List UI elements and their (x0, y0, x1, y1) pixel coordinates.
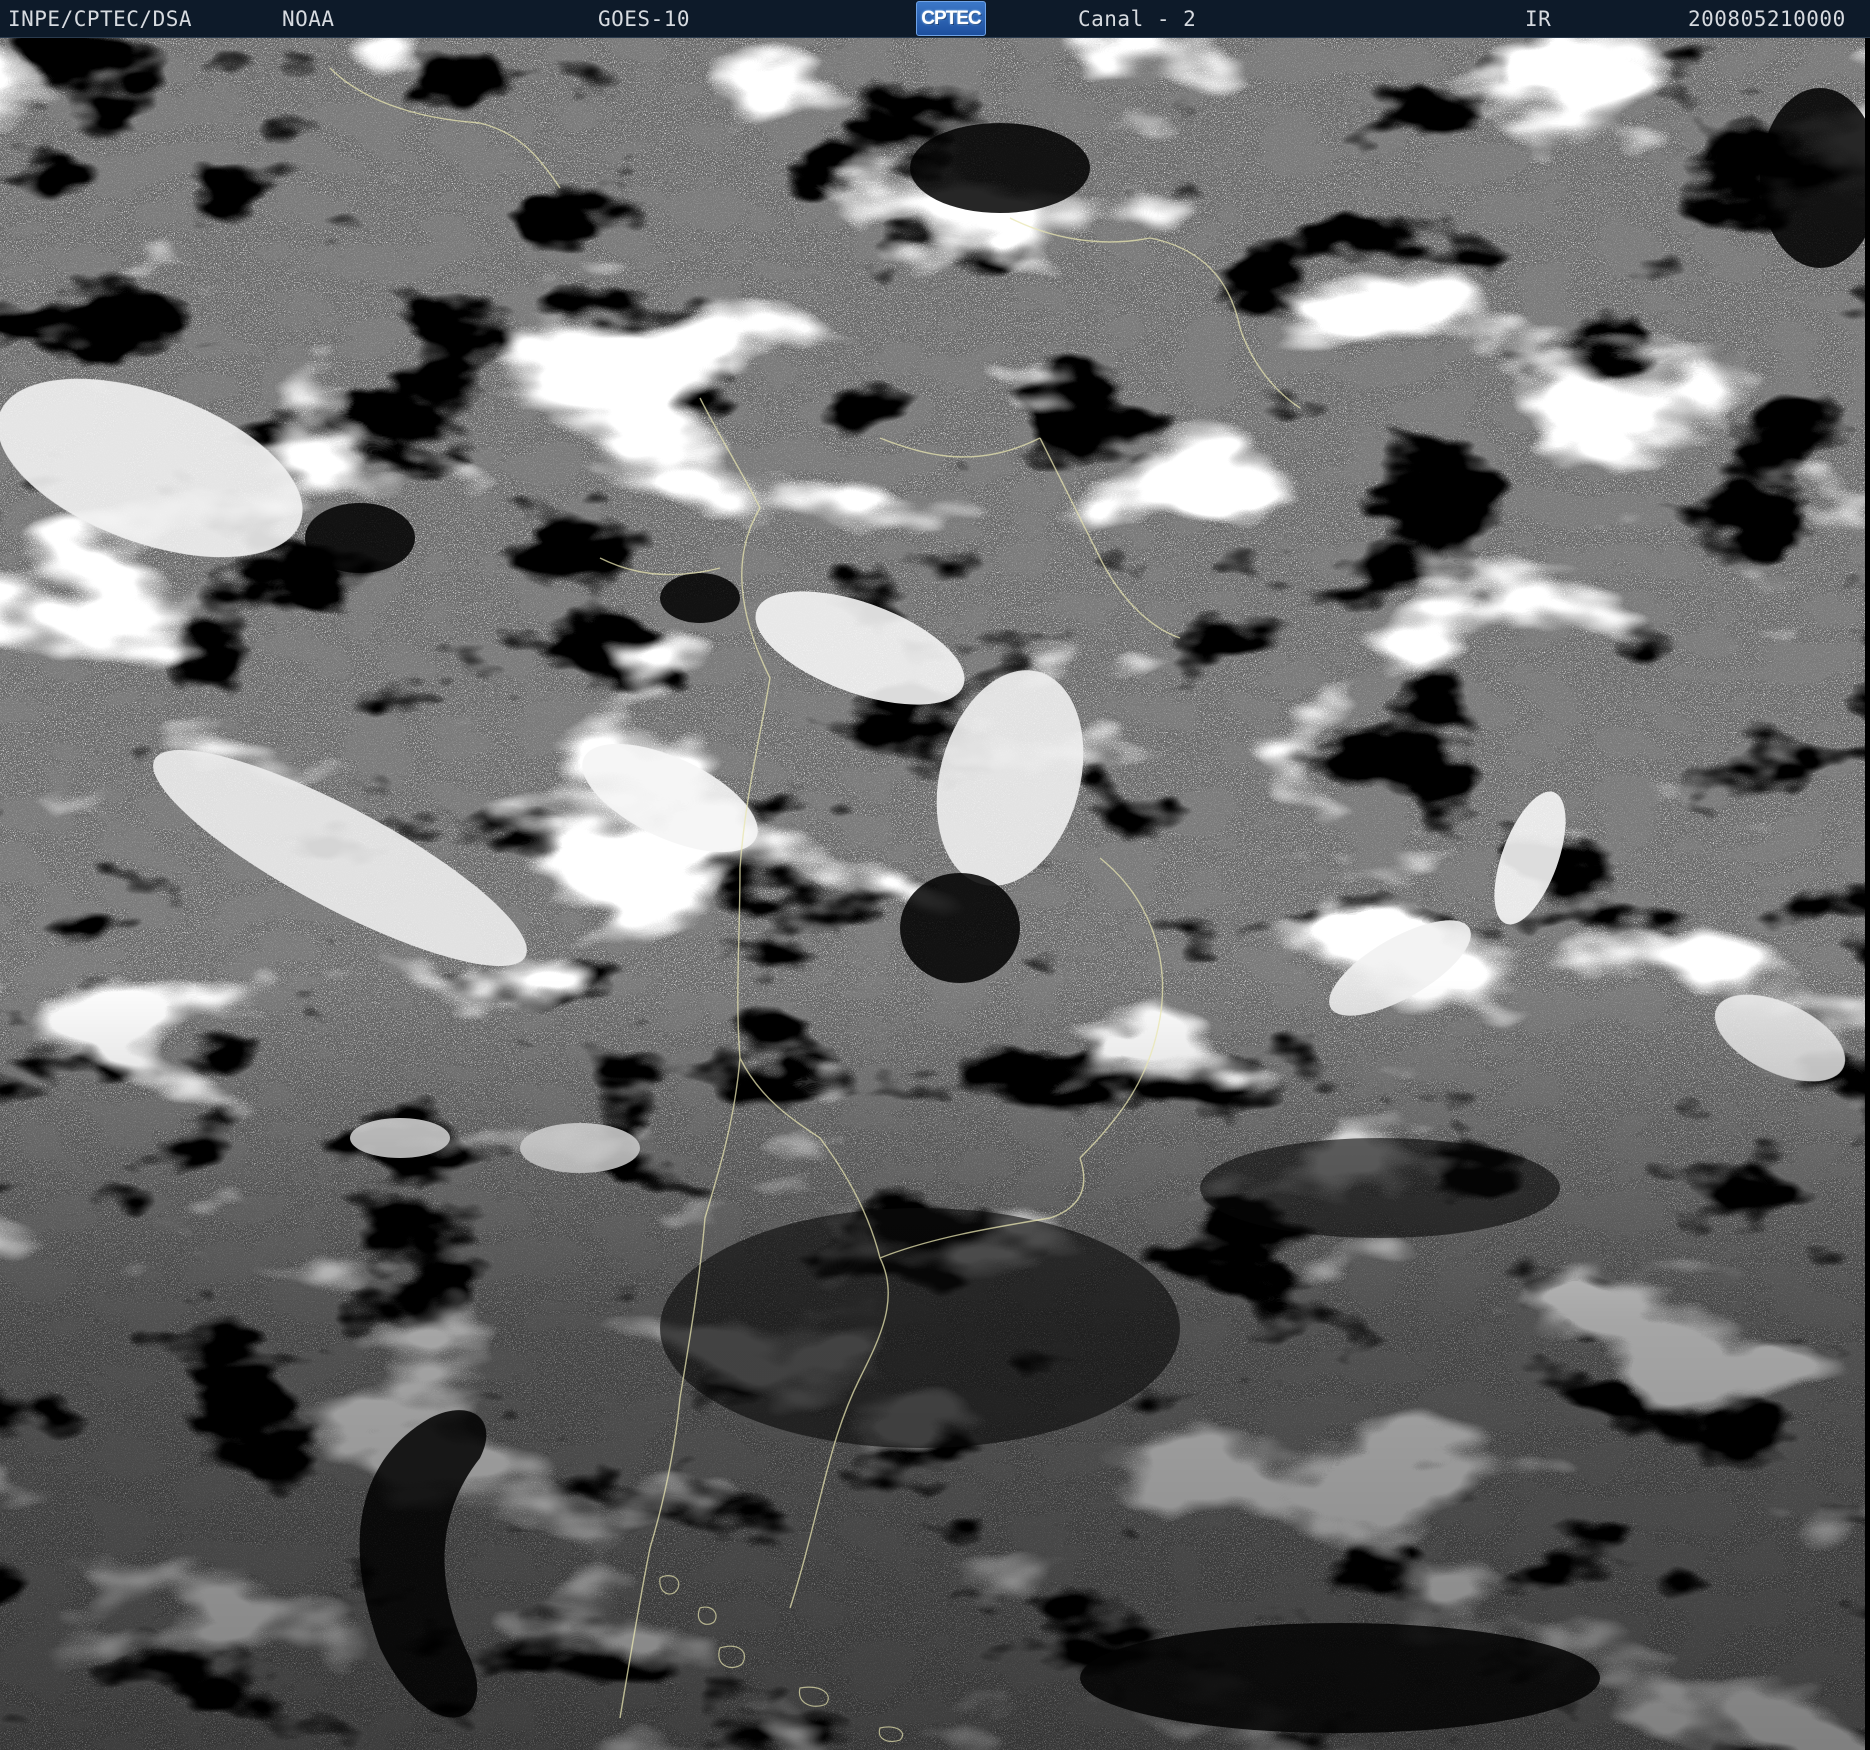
satellite-image (0, 38, 1870, 1750)
satellite-image-svg (0, 38, 1870, 1750)
right-edge-strip (1865, 38, 1870, 1750)
timestamp-label: 200805210000 (1688, 7, 1846, 31)
source-label: NOAA (282, 7, 335, 31)
cptec-logo: CPTEC (916, 1, 986, 36)
band-label: IR (1525, 7, 1552, 31)
image-header: INPE/CPTEC/DSA NOAA GOES-10 CPTEC Canal … (0, 0, 1870, 38)
agency-label: INPE/CPTEC/DSA (8, 7, 193, 31)
channel-label: Canal - 2 (1078, 7, 1197, 31)
satellite-label: GOES-10 (598, 7, 691, 31)
